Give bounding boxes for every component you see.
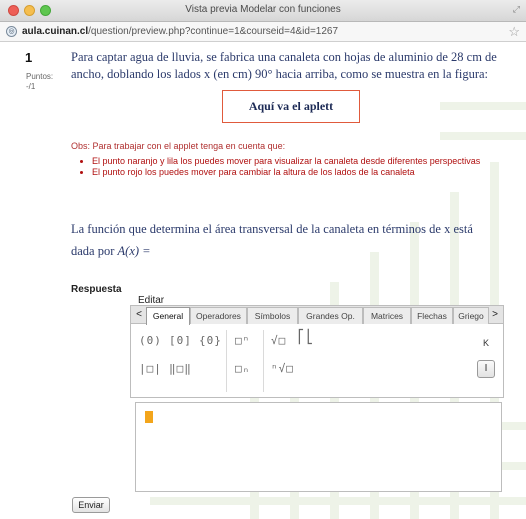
observation-item: El punto naranjo y lila los puedes mover… (92, 156, 500, 166)
tab-flechas[interactable]: Flechas (411, 307, 453, 324)
tab-next-button[interactable]: > (489, 307, 501, 323)
question-text: Para captar agua de lluvia, se fabrica u… (71, 50, 497, 81)
subscript-symbol-button[interactable]: □ₙ (235, 362, 250, 375)
points-label: Puntos: (26, 72, 54, 81)
nth-root-symbol-button[interactable]: ⁿ√□ (271, 362, 294, 375)
parentheses-symbol-button[interactable]: (0) (139, 334, 162, 347)
norm-symbol-button[interactable]: ‖□‖ (169, 362, 192, 375)
matrix-bracket-symbol-button[interactable]: ⎡⎣ (297, 330, 315, 345)
window-titlebar: Vista previa Modelar con funciones ⤢ (0, 0, 526, 22)
tab-simbolos[interactable]: Símbolos (247, 307, 298, 324)
symbol-divider (226, 330, 227, 392)
observation-list: El punto naranjo y lila los puedes mover… (80, 156, 500, 178)
tab-matrices[interactable]: Matrices (363, 307, 411, 324)
abs-symbol-button[interactable]: |□| (139, 362, 162, 375)
observation-item: El punto rojo los puedes mover para camb… (92, 167, 500, 177)
tab-general[interactable]: General (146, 307, 190, 325)
tab-griego[interactable]: Griego (453, 307, 489, 324)
power-symbol-button[interactable]: □ⁿ (235, 334, 250, 347)
resize-icon[interactable]: ⤢ (513, 4, 520, 15)
side-key-label: K (483, 338, 490, 348)
tab-prev-button[interactable]: < (133, 307, 145, 323)
url-domain: aula.cuinan.cl (22, 26, 89, 37)
answer-label: Respuesta (71, 284, 122, 295)
url-text[interactable]: aula.cuinan.cl/question/preview.php?cont… (22, 26, 338, 37)
points-value: -/1 (26, 82, 36, 91)
page-content: 1 Puntos: -/1 Para captar agua de lluvia… (0, 42, 526, 519)
braces-symbol-button[interactable]: {0} (199, 334, 222, 347)
applet-placeholder: Aquí va el aplett (222, 90, 360, 123)
input-cursor (145, 411, 153, 423)
formula-input-area[interactable] (135, 402, 502, 492)
editor-tabs: < General Operadores Símbolos Grandes Op… (131, 306, 503, 325)
window-title: Vista previa Modelar con funciones (185, 4, 341, 15)
brackets-symbol-button[interactable]: [0] (169, 334, 192, 347)
site-globe-icon: ◎ (6, 26, 17, 37)
observation-title: Obs: Para trabajar con el applet tenga e… (71, 141, 286, 151)
address-bar[interactable]: ◎ aula.cuinan.cl/question/preview.php?co… (0, 22, 526, 42)
url-path: /question/preview.php?continue=1&coursei… (88, 26, 339, 37)
question-number: 1 (25, 50, 33, 65)
function-statement: La función que determina el área transve… (71, 218, 491, 262)
formula-editor-toolbar: < General Operadores Símbolos Grandes Op… (130, 305, 504, 398)
bookmark-star-icon[interactable]: ☆ (508, 24, 520, 40)
sqrt-symbol-button[interactable]: √□ (271, 334, 286, 347)
tab-operadores[interactable]: Operadores (190, 307, 247, 324)
italic-toggle-button[interactable]: I (477, 360, 495, 378)
submit-button[interactable]: Enviar (72, 497, 110, 513)
symbol-divider (263, 330, 264, 392)
tab-grandes-op[interactable]: Grandes Op. (298, 307, 363, 324)
function-symbol: A(x) = (117, 244, 151, 258)
